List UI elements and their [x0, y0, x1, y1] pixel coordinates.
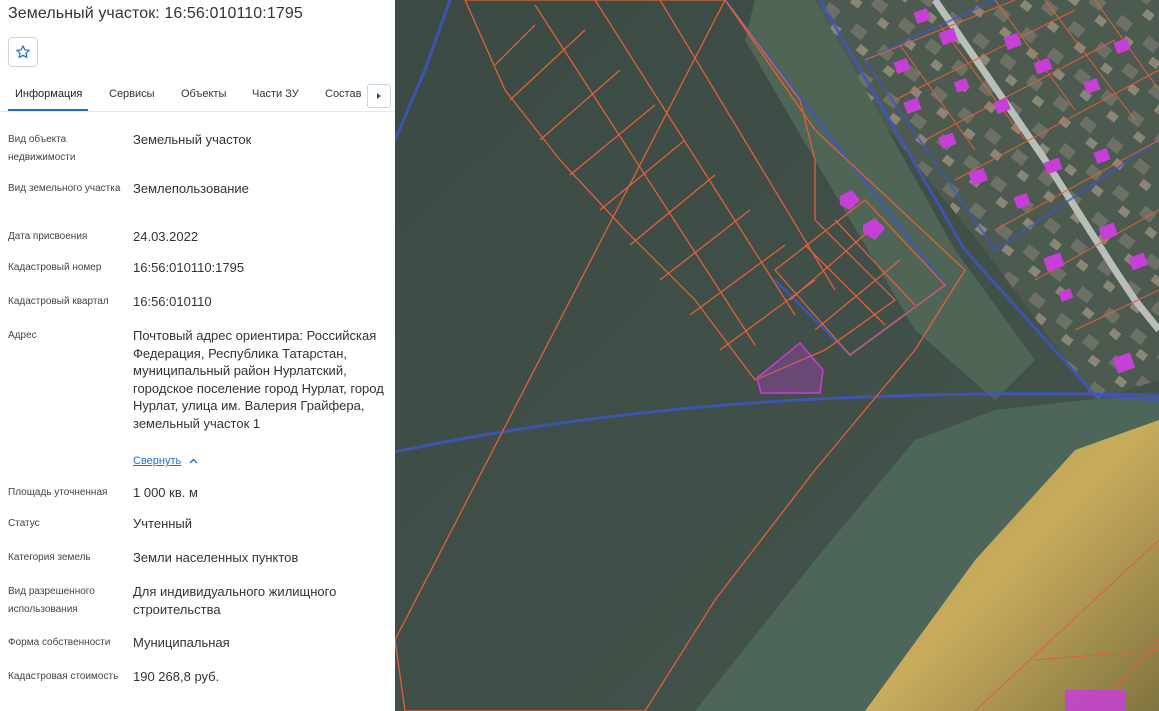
assign-date-value: 24.03.2022 — [133, 229, 199, 244]
page-title: Земельный участок: 16:56:010110:1795 — [8, 5, 303, 22]
area-label: Площадь уточненная — [8, 487, 108, 498]
ownership-label: Форма собственности — [8, 637, 111, 648]
address-label: Адрес — [8, 330, 37, 341]
favorite-button[interactable] — [8, 37, 38, 67]
land-type-value: Землепользование — [133, 181, 249, 196]
cadastral-value-value: 190 268,8 руб. — [133, 669, 220, 684]
cadastral-value-label: Кадастровая стоимость — [8, 671, 119, 682]
info-panel: Земельный участок: 16:56:010110:1795 Инф… — [0, 0, 395, 711]
category-label: Категория земель — [8, 552, 91, 563]
object-type-value: Земельный участок — [133, 132, 252, 147]
tab-land-parts[interactable]: Части ЗУ — [252, 88, 299, 100]
tab-composition[interactable]: Состав — [325, 88, 361, 100]
chevron-up-icon — [189, 458, 198, 464]
collapse-address-link[interactable]: Свернуть — [133, 455, 198, 467]
tab-services[interactable]: Сервисы — [109, 88, 155, 100]
status-label: Статус — [8, 518, 40, 529]
area-value: 1 000 кв. м — [133, 485, 198, 500]
cadastral-number-label: Кадастровый номер — [8, 262, 102, 273]
map-canvas[interactable] — [395, 0, 1159, 711]
tabs-scroll-right-button[interactable] — [367, 84, 391, 108]
chevron-right-icon — [377, 93, 381, 99]
tab-bar: Информация Сервисы Объекты Части ЗУ Сост… — [0, 80, 395, 112]
active-tab-indicator — [8, 109, 88, 111]
collapse-label: Свернуть — [133, 455, 182, 467]
permitted-use-label: Вид разрешенного использования — [8, 586, 95, 615]
address-value: Почтовый адрес ориентира: Российская Фед… — [133, 328, 384, 431]
status-value: Учтенный — [133, 516, 193, 531]
cadastral-number-value: 16:56:010110:1795 — [133, 260, 245, 275]
cadastral-quarter-label: Кадастровый квартал — [8, 296, 109, 307]
category-value: Земли населенных пунктов — [133, 550, 299, 565]
ownership-value: Муниципальная — [133, 635, 230, 650]
star-icon — [16, 45, 30, 59]
tab-information[interactable]: Информация — [15, 88, 82, 100]
assign-date-label: Дата присвоения — [8, 231, 88, 242]
cadastral-quarter-value: 16:56:010110 — [133, 294, 212, 309]
south-building[interactable] — [1065, 690, 1125, 711]
land-type-label: Вид земельного участка — [8, 183, 121, 194]
cadastral-map[interactable] — [395, 0, 1159, 711]
permitted-use-value: Для индивидуального жилищного строительс… — [133, 584, 337, 617]
tab-objects[interactable]: Объекты — [181, 88, 226, 100]
object-type-label: Вид объекта недвижимости — [8, 134, 76, 163]
